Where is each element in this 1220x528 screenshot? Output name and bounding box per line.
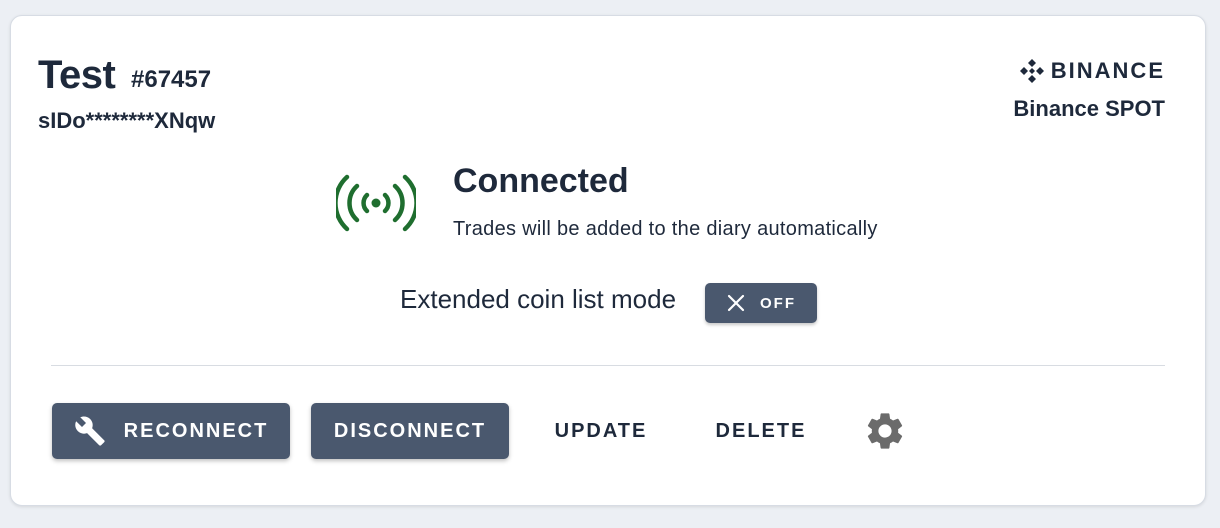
close-icon bbox=[727, 294, 745, 312]
delete-label: DELETE bbox=[715, 419, 807, 442]
disconnect-label: DISCONNECT bbox=[333, 419, 487, 442]
update-label: UPDATE bbox=[554, 419, 648, 442]
exchange-connection-card: Test #67457 sIDo********XNqw BINANCE Bin… bbox=[10, 15, 1206, 506]
reconnect-label: RECONNECT bbox=[123, 419, 269, 442]
toggle-state-text: OFF bbox=[760, 294, 796, 312]
account-name: Test bbox=[38, 53, 116, 97]
api-key-masked: sIDo********XNqw bbox=[38, 108, 216, 133]
exchange-name: Binance SPOT bbox=[1013, 96, 1165, 121]
gear-icon[interactable] bbox=[863, 409, 907, 453]
divider bbox=[51, 365, 1165, 366]
binance-diamond-icon bbox=[1019, 59, 1044, 83]
disconnect-button[interactable]: DISCONNECT bbox=[311, 403, 509, 459]
delete-button[interactable]: DELETE bbox=[701, 403, 821, 459]
update-button[interactable]: UPDATE bbox=[541, 403, 661, 459]
connection-status-title: Connected bbox=[453, 162, 629, 200]
connection-status-description: Trades will be added to the diary automa… bbox=[453, 218, 878, 240]
extended-mode-label: Extended coin list mode bbox=[400, 284, 677, 314]
wrench-icon bbox=[74, 416, 105, 446]
account-id: #67457 bbox=[131, 66, 212, 93]
exchange-logo: BINANCE bbox=[1019, 58, 1165, 84]
wireless-signal-icon bbox=[336, 174, 416, 232]
reconnect-button[interactable]: RECONNECT bbox=[52, 403, 290, 459]
exchange-logo-text: BINANCE bbox=[1050, 58, 1165, 83]
extended-mode-toggle[interactable]: OFF bbox=[705, 283, 817, 323]
